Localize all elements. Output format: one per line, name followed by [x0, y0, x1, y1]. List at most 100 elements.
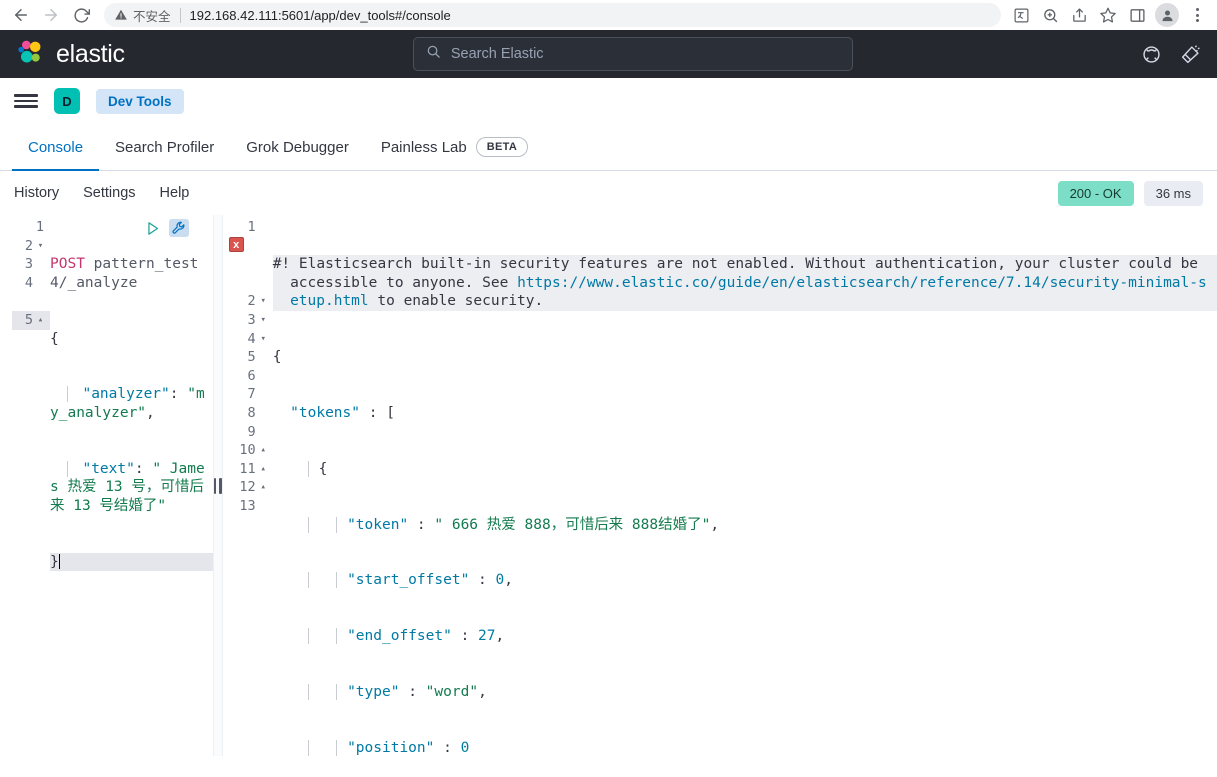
- request-gutter: 1 2 ▾ 3 4 5 ▴: [12, 215, 50, 756]
- tab-search-profiler-label: Search Profiler: [115, 138, 215, 156]
- header-right-actions: [1141, 44, 1201, 65]
- dev-tools-tabs: Console Search Profiler Grok Debugger Pa…: [0, 124, 1217, 171]
- wrapped-line-spacer: [223, 255, 273, 274]
- help-button[interactable]: Help: [160, 185, 190, 201]
- fold-arrow-icon: ▾: [260, 296, 266, 307]
- console-toolbar: History Settings Help 200 - OK 36 ms: [0, 171, 1217, 215]
- request-line-number: 4: [24, 274, 33, 291]
- response-code-line: "position" : 0: [273, 739, 1217, 756]
- response-line-number: 13: [239, 497, 256, 514]
- fold-arrow-icon: ▾: [260, 333, 266, 344]
- search-icon: [426, 44, 441, 64]
- beta-badge: BETA: [475, 137, 529, 157]
- response-code-line: "end_offset" : 27,: [273, 627, 1217, 646]
- console-editor-area: 1 2 ▾ 3 4 5 ▴ POST pattern_test4/_analyze …: [0, 215, 1217, 756]
- app-initial-badge[interactable]: D: [54, 88, 80, 114]
- zoom-icon[interactable]: [1036, 2, 1064, 28]
- response-status-group: 200 - OK 36 ms: [1057, 180, 1203, 206]
- response-line-number: 9: [247, 423, 256, 440]
- brand-block[interactable]: elastic: [16, 37, 125, 72]
- side-panel-icon[interactable]: [1123, 2, 1151, 28]
- browser-action-icons: [1007, 2, 1211, 28]
- fold-arrow-icon: ▴: [37, 314, 44, 325]
- reload-icon: [73, 7, 90, 24]
- profile-avatar-icon[interactable]: [1155, 3, 1179, 27]
- global-search-wrapper: Search Elastic: [125, 37, 1141, 71]
- settings-button[interactable]: Settings: [83, 185, 135, 201]
- url-text: 192.168.42.111:5601/app/dev_tools#/conso…: [189, 7, 451, 23]
- wrapped-line-spacer: [12, 292, 50, 311]
- more-menu-icon[interactable]: [1183, 2, 1211, 28]
- address-bar[interactable]: 不安全 192.168.42.111:5601/app/dev_tools#/c…: [104, 3, 1001, 27]
- tab-console-label: Console: [28, 138, 84, 156]
- tab-search-profiler[interactable]: Search Profiler: [99, 125, 230, 171]
- bookmark-star-icon[interactable]: [1094, 2, 1122, 28]
- help-icon[interactable]: [1141, 44, 1162, 65]
- response-code[interactable]: #! Elasticsearch built-in security featu…: [272, 215, 1217, 756]
- response-line-number: 5: [247, 349, 256, 366]
- request-code-line: {: [50, 330, 59, 347]
- history-button[interactable]: History: [14, 185, 59, 201]
- error-marker-icon[interactable]: x: [228, 237, 244, 252]
- response-line-number[interactable]: 4 ▾: [223, 330, 273, 349]
- response-warning-line: #! Elasticsearch built-in security featu…: [272, 255, 1217, 311]
- insecure-label: 不安全: [133, 9, 171, 24]
- news-feed-icon[interactable]: [1180, 44, 1201, 65]
- fold-arrow-icon: ▴: [260, 482, 266, 493]
- response-line-number: 8: [247, 404, 256, 421]
- play-triangle-icon[interactable]: [144, 220, 161, 237]
- browser-toolbar: 不安全 192.168.42.111:5601/app/dev_tools#/c…: [0, 0, 1217, 30]
- response-code-line: "start_offset" : 0,: [273, 571, 1217, 590]
- breadcrumb[interactable]: Dev Tools: [96, 88, 184, 114]
- request-line-number: 3: [24, 256, 33, 273]
- response-line-number[interactable]: 2 ▾: [223, 292, 273, 311]
- fold-arrow-icon: ▾: [260, 314, 266, 325]
- response-code-line: "token" : " 666 热爱 888，可惜后来 888结婚了",: [273, 516, 1217, 535]
- status-badge: 200 - OK: [1057, 180, 1134, 206]
- request-code-line: "text": " James 热爱 13 号，可惜后来 13 号结婚了": [50, 460, 205, 514]
- http-method: POST: [50, 256, 85, 273]
- tab-painless-lab[interactable]: Painless Lab BETA: [365, 125, 544, 171]
- warning-tail: to enable security.: [368, 293, 544, 310]
- arrow-left-icon: [12, 6, 30, 24]
- request-code-line: "analyzer": "my_analyzer",: [50, 386, 205, 421]
- search-input[interactable]: Search Elastic: [412, 37, 853, 71]
- tab-grok-debugger[interactable]: Grok Debugger: [230, 125, 365, 171]
- reload-button[interactable]: [66, 2, 96, 28]
- drag-handle-icon: [213, 477, 222, 494]
- response-line-number[interactable]: 3 ▾: [223, 311, 273, 330]
- request-actions: [144, 219, 189, 237]
- tab-grok-debugger-label: Grok Debugger: [246, 138, 349, 156]
- response-line-number: 1: [247, 219, 256, 235]
- request-line-number: 1: [35, 219, 44, 235]
- request-line-number[interactable]: 5 ▴: [12, 310, 50, 330]
- warning-triangle-icon: [114, 8, 128, 22]
- request-pane[interactable]: 1 2 ▾ 3 4 5 ▴ POST pattern_test4/_analyze …: [0, 215, 214, 756]
- fold-arrow-icon: ▴: [260, 463, 266, 474]
- tab-console[interactable]: Console: [12, 125, 100, 171]
- share-icon[interactable]: [1065, 2, 1093, 28]
- response-line-number[interactable]: 10 ▴: [223, 441, 273, 460]
- response-line-number: 7: [247, 386, 256, 403]
- response-line-number[interactable]: 12 ▴: [223, 478, 273, 497]
- response-gutter: 1 2 ▾ 3 ▾ 4 ▾ 5 6 7 8 9 10 ▴ 11 ▴ 12 ▴ 13 x: [222, 215, 273, 756]
- pane-splitter[interactable]: [213, 215, 223, 756]
- response-code-line: "tokens" : [: [290, 404, 395, 421]
- response-time-badge: 36 ms: [1143, 180, 1203, 206]
- request-code[interactable]: POST pattern_test4/_analyze { "analyzer"…: [50, 215, 213, 756]
- request-code-line: POST pattern_test4/_analyze: [50, 255, 213, 292]
- response-line-number[interactable]: 11 ▴: [223, 460, 273, 479]
- forward-button[interactable]: [36, 2, 66, 28]
- fold-arrow-icon: ▾: [37, 240, 44, 251]
- wrench-icon[interactable]: [168, 219, 189, 237]
- elastic-logo-icon: [16, 37, 46, 72]
- request-line-number[interactable]: 2 ▾: [12, 237, 50, 256]
- response-code-line: {: [273, 460, 1217, 479]
- text-cursor: [58, 553, 60, 569]
- translate-icon[interactable]: [1007, 2, 1035, 28]
- hamburger-menu-icon[interactable]: [14, 90, 38, 112]
- response-pane[interactable]: 1 2 ▾ 3 ▾ 4 ▾ 5 6 7 8 9 10 ▴ 11 ▴ 12 ▴ 13 x #!…: [222, 215, 1217, 756]
- tab-painless-lab-label: Painless Lab: [380, 138, 467, 156]
- back-button[interactable]: [6, 2, 36, 28]
- breadcrumb-bar: D Dev Tools: [0, 78, 1217, 124]
